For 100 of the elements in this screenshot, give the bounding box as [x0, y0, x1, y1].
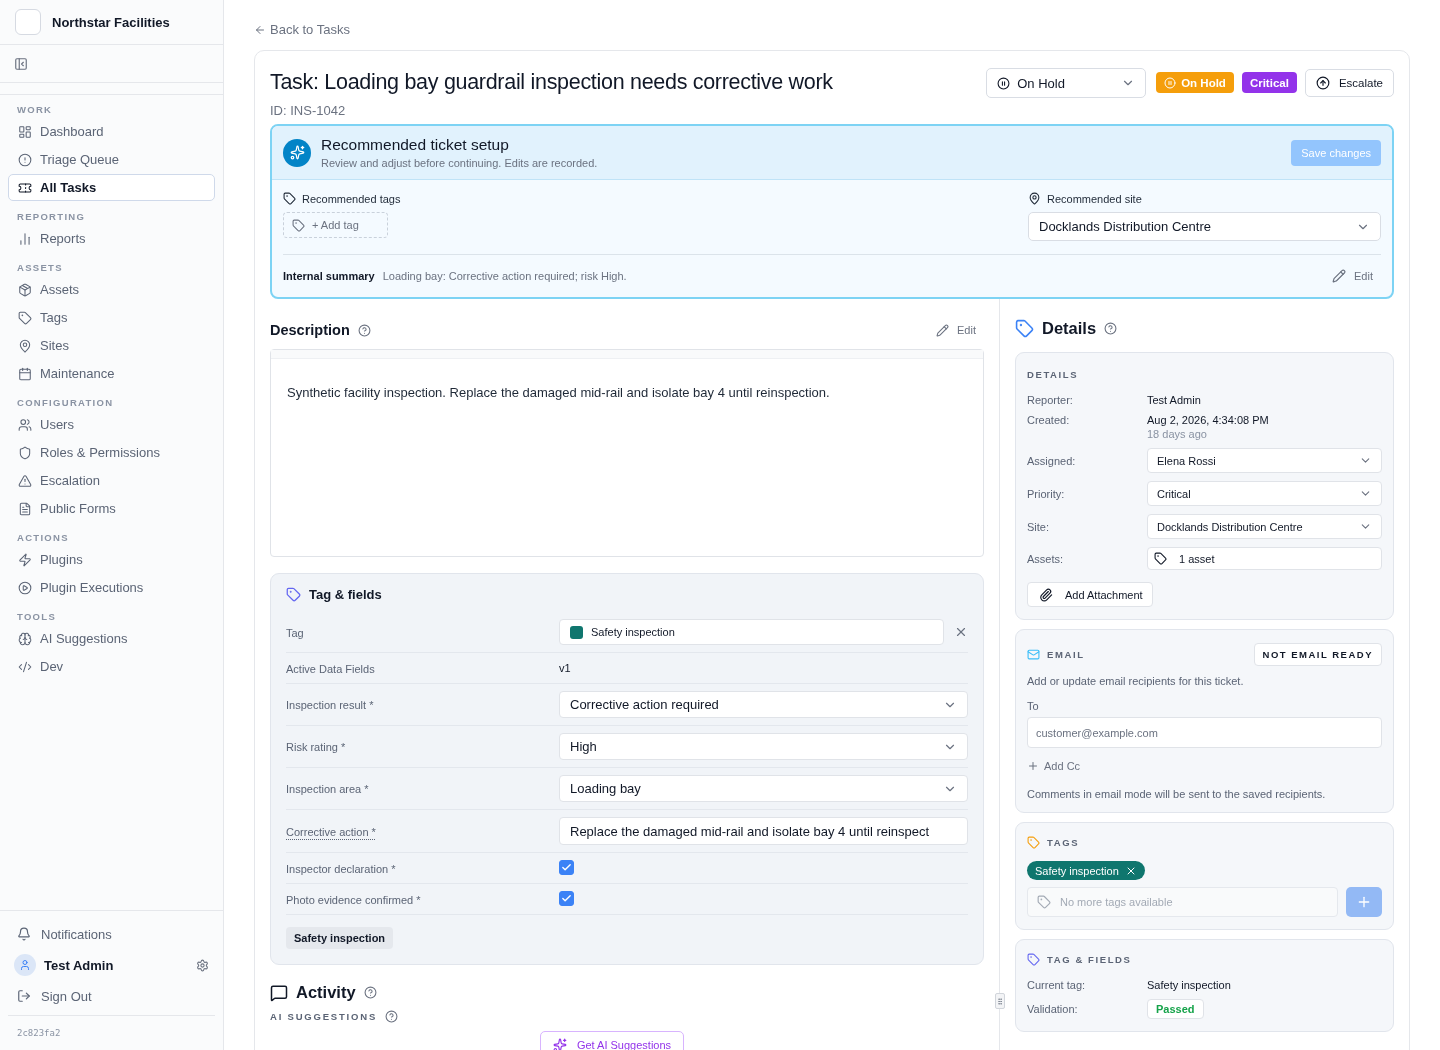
- add-cc-link[interactable]: Add Cc: [1027, 760, 1081, 772]
- nav-item[interactable]: Roles & Permissions: [8, 439, 215, 466]
- nav-item[interactable]: Plugin Executions: [8, 574, 215, 601]
- nav-item[interactable]: All Tasks: [8, 174, 215, 201]
- add-tag-button[interactable]: + Add tag: [283, 212, 388, 238]
- nav-item[interactable]: Users: [8, 411, 215, 438]
- sign-out-link[interactable]: Sign Out: [8, 981, 215, 1011]
- panel-title: Tag & fields: [309, 587, 382, 602]
- detail-select[interactable]: Elena Rossi: [1147, 448, 1382, 473]
- status-select[interactable]: On Hold: [986, 68, 1147, 98]
- nav-item[interactable]: Assets: [8, 276, 215, 303]
- back-link[interactable]: Back to Tasks: [254, 22, 350, 37]
- plus-icon: [1356, 894, 1372, 910]
- nav-item[interactable]: Dev: [8, 653, 215, 680]
- task-title: Task: Loading bay guardrail inspection needs corrective work: [270, 70, 834, 95]
- tag-field[interactable]: Safety inspection: [559, 619, 944, 645]
- nav-icon: [18, 282, 32, 297]
- checkbox[interactable]: [559, 860, 574, 875]
- nav-icon: [18, 310, 32, 325]
- field-label: Inspector declaration *: [286, 862, 396, 875]
- help-icon[interactable]: [385, 1010, 399, 1023]
- card-caption: DETAILS: [1027, 369, 1079, 380]
- email-footnote: Comments in email mode will be sent to the saved recipients.: [1027, 788, 1327, 800]
- detail-select[interactable]: Critical: [1147, 481, 1382, 506]
- tag-chip: Safety inspection: [286, 927, 394, 949]
- nav-icon: [18, 338, 32, 353]
- pencil-icon: [1332, 269, 1347, 283]
- nav-icon: [18, 552, 32, 567]
- nav-item[interactable]: Maintenance: [8, 360, 215, 387]
- help-icon[interactable]: [363, 986, 377, 999]
- help-icon[interactable]: [357, 323, 371, 337]
- tag-icon: [1027, 953, 1040, 966]
- nav-item[interactable]: Escalation: [8, 467, 215, 494]
- plus-icon: [1027, 760, 1039, 772]
- to-label: To: [1027, 700, 1040, 712]
- nav-icon: [18, 180, 32, 195]
- paperclip-icon: [1039, 587, 1053, 602]
- field-select[interactable]: High: [559, 733, 968, 760]
- pause-icon: [1164, 76, 1177, 89]
- activity-title: Activity: [296, 983, 356, 1002]
- mail-icon: [1027, 648, 1040, 661]
- checkbox[interactable]: [559, 891, 574, 906]
- detail-label: Site:: [1027, 520, 1050, 533]
- nav-item[interactable]: Plugins: [8, 546, 215, 573]
- email-status-badge: NOT EMAIL READY: [1253, 643, 1382, 666]
- site-select[interactable]: Docklands Distribution Centre: [1028, 212, 1381, 241]
- field-label: Active Data Fields: [286, 662, 375, 675]
- task-id: ID: INS-1042: [270, 103, 347, 118]
- edit-link[interactable]: Edit: [1332, 269, 1381, 283]
- nav-item[interactable]: Tags: [8, 304, 215, 331]
- field-label: Inspection area *: [286, 783, 369, 795]
- check-icon: [561, 893, 572, 904]
- notifications-link[interactable]: Notifications: [8, 919, 215, 949]
- field-label: Risk rating *: [286, 741, 346, 753]
- tag-input-field[interactable]: No more tags available: [1027, 887, 1338, 917]
- detail-label: Validation:: [1027, 1003, 1079, 1015]
- detail-select[interactable]: Docklands Distribution Centre: [1147, 514, 1382, 539]
- help-icon[interactable]: [1104, 322, 1118, 335]
- brand-name: Northstar Facilities: [52, 14, 170, 30]
- edit-link[interactable]: Edit: [936, 323, 984, 337]
- add-attachment-button[interactable]: Add Attachment: [1027, 582, 1153, 607]
- user-name: Test Admin: [44, 957, 115, 973]
- relative-time: 18 days ago: [1147, 428, 1208, 440]
- settings-icon[interactable]: [196, 958, 209, 972]
- escalate-button[interactable]: Escalate: [1304, 69, 1394, 97]
- to-input-field[interactable]: customer@example.com: [1027, 717, 1382, 748]
- ai-suggestions-label: AI SUGGESTIONS: [270, 1011, 378, 1022]
- field-label: Photo evidence confirmed *: [286, 893, 421, 906]
- arrow-up-icon: [1315, 76, 1330, 90]
- nav-item[interactable]: AI Suggestions: [8, 625, 215, 652]
- recommended-tags-label: Recommended tags: [283, 192, 401, 205]
- resize-handle-icon[interactable]: [995, 993, 1005, 1009]
- nav-item[interactable]: Dashboard: [8, 118, 215, 145]
- nav-item[interactable]: Public Forms: [8, 495, 215, 522]
- version-label: 2c823fa2: [8, 1015, 215, 1050]
- recommended-site-label: Recommended site: [1028, 192, 1381, 205]
- assets-field[interactable]: 1 asset: [1147, 547, 1382, 570]
- sparkles-icon: [283, 138, 311, 167]
- field-input[interactable]: Replace the damaged mid-rail and isolate bay 4 until reinspect: [559, 817, 968, 845]
- detail-label: Assets:: [1027, 552, 1065, 565]
- description-editor[interactable]: Synthetic facility inspection. Replace the damaged mid-rail and isolate bay 4 until reinspection.: [270, 349, 984, 557]
- nav-icon: [18, 659, 32, 674]
- nav-item[interactable]: Sites: [8, 332, 215, 359]
- tag-pill[interactable]: Safety inspection: [1027, 861, 1145, 880]
- nav-item[interactable]: Reports: [8, 225, 215, 252]
- sidebar-toggle-icon[interactable]: [14, 56, 28, 71]
- nav-section-title: ACTIONS: [16, 531, 70, 545]
- nav-icon: [18, 152, 32, 167]
- tag-icon: [283, 192, 296, 205]
- avatar-icon: [14, 954, 36, 976]
- field-value: v1: [559, 662, 572, 674]
- check-icon: [561, 862, 572, 873]
- close-icon[interactable]: [954, 625, 968, 639]
- nav-icon: [18, 445, 32, 460]
- nav-item[interactable]: Triage Queue: [8, 146, 215, 173]
- field-select[interactable]: Corrective action required: [559, 691, 968, 718]
- detail-value: Test Admin: [1147, 394, 1202, 406]
- nav-section-title: CONFIGURATION: [16, 396, 115, 410]
- field-select[interactable]: Loading bay: [559, 775, 968, 802]
- nav-icon: [18, 417, 32, 432]
